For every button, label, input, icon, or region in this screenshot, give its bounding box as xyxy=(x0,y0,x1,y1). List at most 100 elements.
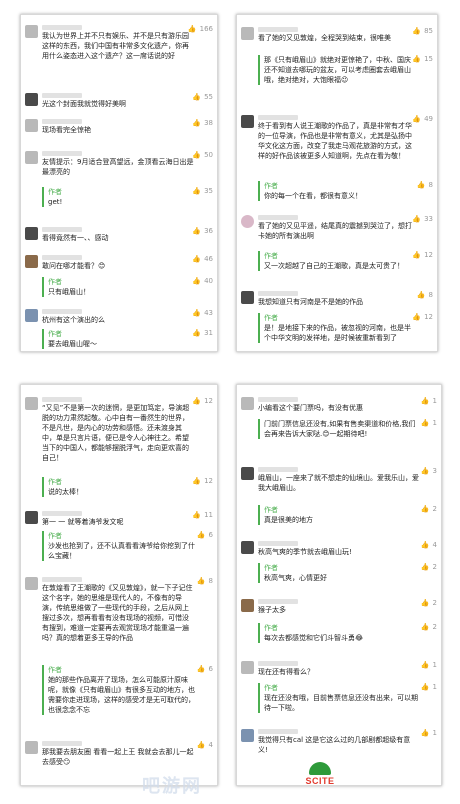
avatar xyxy=(25,119,38,132)
comment-item: 👍 36 看得竟然有一、、感动 xyxy=(25,227,213,247)
avatar xyxy=(25,93,38,106)
username-blurred xyxy=(42,511,82,516)
like-button[interactable]: 👍 6 xyxy=(197,664,213,674)
author-reply: 👍 12 作者是！是地接下来的作品，被忽视的河南，也是半个中华文明的发祥地，是时候… xyxy=(241,313,433,349)
comment-item: 👍 4 那我要去朋友圈 看看一起上王 我就会去那儿一起去感受😏 xyxy=(25,741,213,771)
like-button[interactable]: 👍 4 xyxy=(197,740,213,750)
like-button[interactable]: 👍 35 xyxy=(192,186,213,196)
avatar xyxy=(241,467,254,480)
like-button[interactable]: 👍 2 xyxy=(421,622,437,632)
reply-text: 又一次超越了自己的王潮歌，真是太可贵了！ xyxy=(264,262,404,270)
like-button[interactable]: 👍 50 xyxy=(192,150,213,160)
like-button[interactable]: 👍 2 xyxy=(421,598,437,608)
like-button[interactable]: 👍 15 xyxy=(412,54,433,64)
username-blurred xyxy=(42,577,82,582)
like-button[interactable]: 👍 1 xyxy=(421,660,437,670)
comment-panel-4: 👍 1 小编看这个要门票吗，有没有优惠 👍 1 门前门票信息还没有,如果有售卖渠道和… xyxy=(236,384,442,786)
reply-text: 现在还没有哦，目前售票信息还没有出来，可以期待一下啦。 xyxy=(264,694,418,712)
like-button[interactable]: 👍 1 xyxy=(421,728,437,738)
mountain-logo-icon xyxy=(309,762,331,775)
avatar xyxy=(25,511,38,524)
avatar xyxy=(25,227,38,240)
like-button[interactable]: 👍 12 xyxy=(192,476,213,486)
reply-text: 是！是地接下来的作品，被忽视的河南，也是半个中华文明的发祥地，是时候被重新看到了 xyxy=(264,324,411,342)
thumbs-up-icon: 👍 xyxy=(420,563,430,571)
like-button[interactable]: 👍 4 xyxy=(421,540,437,550)
like-button[interactable]: 👍 1 xyxy=(421,396,437,406)
like-button[interactable]: 👍 12 xyxy=(192,396,213,406)
like-button[interactable]: 👍 2 xyxy=(421,504,437,514)
username-blurred xyxy=(258,115,298,120)
avatar xyxy=(25,397,38,410)
thumbs-up-icon: 👍 xyxy=(420,683,430,691)
like-button[interactable]: 👍 11 xyxy=(192,510,213,520)
like-button[interactable]: 👍 8 xyxy=(417,290,433,300)
thumbs-up-icon: 👍 xyxy=(420,661,430,669)
thumbs-up-icon: 👍 xyxy=(196,741,206,749)
like-button[interactable]: 👍 49 xyxy=(412,114,433,124)
author-reply: 👍 2 作者 每次去都感觉和它们斗智斗勇😂 xyxy=(241,623,437,645)
username-blurred xyxy=(42,741,82,746)
username-blurred xyxy=(258,729,298,734)
author-tag: 作者 xyxy=(48,532,62,540)
like-button[interactable]: 👍 1 xyxy=(421,418,437,428)
author-tag: 作者 xyxy=(264,182,278,190)
author-tag: 作者 xyxy=(48,330,62,338)
author-reply: 👍 1 作者 现在还没有哦，目前售票信息还没有出来，可以期待一下啦。 xyxy=(241,683,437,715)
author-reply: 👍 15 那《只有峨眉山》就绝对更惊艳了，中秋、国庆还不知道去哪玩的盆友，可以考虑… xyxy=(241,55,433,105)
thumbs-up-icon: 👍 xyxy=(420,467,430,475)
author-reply: 👍 6 作者 沙发也抢到了，还不认真看看涛爷给你挖到了什么宝藏！ xyxy=(25,531,213,561)
comment-item: 👍 8 我想知道只有河南是不是她的作品 xyxy=(241,291,433,309)
reply-text: 真是很美的地方 xyxy=(264,516,313,524)
comment-item: 👍 55 光这个封面我就觉得好美啊 xyxy=(25,93,213,113)
author-reply: 👍 12 作者 又一次超越了自己的王潮歌，真是太可贵了！ xyxy=(241,251,433,281)
comment-item: 👍 38 现场看完全惊艳 xyxy=(25,119,213,139)
author-reply: 👍 31 作者 要去峨眉山喔～ xyxy=(25,329,213,351)
username-blurred xyxy=(258,397,298,402)
like-button[interactable]: 👍 6 xyxy=(197,530,213,540)
avatar xyxy=(241,291,254,304)
like-button[interactable]: 👍 38 xyxy=(192,118,213,128)
like-button[interactable]: 👍 12 xyxy=(412,250,433,260)
avatar xyxy=(241,661,254,674)
thumbs-up-icon: 👍 xyxy=(416,181,426,189)
username-blurred xyxy=(42,25,82,30)
reply-text: 门前门票信息还没有,如果有售卖渠道和价格,我们会再来告诉大家哒.😊一起期待吧! xyxy=(264,420,416,438)
like-button[interactable]: 👍 33 xyxy=(412,214,433,224)
reply-text: 说的太棒！ xyxy=(48,488,83,496)
avatar xyxy=(25,741,38,754)
comment-panel-3: 👍 12 “又见”不是第一次的迷惘，是更加笃定，导演超脱的功力肃然起敬。心中自有一… xyxy=(20,384,218,786)
comment-item: 👍 8 在敦煌看了王潮歌的《又见敦煌》，就一下子记住这个名字，她的思维是现代人的，… xyxy=(25,577,213,661)
like-button[interactable]: 👍 43 xyxy=(192,308,213,318)
like-button[interactable]: 👍 36 xyxy=(192,226,213,236)
like-button[interactable]: 👍 8 xyxy=(417,180,433,190)
like-button[interactable]: 👍 40 xyxy=(192,276,213,286)
like-button[interactable]: 👍 1 xyxy=(421,682,437,692)
thumbs-up-icon: 👍 xyxy=(420,623,430,631)
username-blurred xyxy=(258,215,298,220)
comment-item: 👍 2 猴子太多 xyxy=(241,599,437,617)
like-button[interactable]: 👍 2 xyxy=(421,562,437,572)
avatar xyxy=(241,27,254,40)
comment-text: 看得竟然有一、、感动 xyxy=(42,234,109,242)
like-button[interactable]: 👍 3 xyxy=(421,466,437,476)
avatar xyxy=(241,729,254,742)
like-button[interactable]: 👍 8 xyxy=(197,576,213,586)
comment-text: 现在还有得看么？ xyxy=(258,668,314,676)
author-tag: 作者 xyxy=(264,314,278,322)
username-blurred xyxy=(258,291,298,296)
comment-item: 👍 4 秋高气爽的季节就去峨眉山玩! xyxy=(241,541,437,559)
thumbs-up-icon: 👍 xyxy=(416,291,426,299)
like-button[interactable]: 👍 31 xyxy=(192,328,213,338)
comment-panel-1: 👍 166 我认为世界上并不只有娱乐、并不是只有游乐园这样的东西，我们中国有非常多… xyxy=(20,14,218,352)
like-button[interactable]: 👍 46 xyxy=(192,254,213,264)
like-button[interactable]: 👍 12 xyxy=(412,312,433,322)
thumbs-up-icon: 👍 xyxy=(420,397,430,405)
username-blurred xyxy=(42,227,82,232)
comment-text: 猴子太多 xyxy=(258,606,286,614)
comment-text: “又见”不是第一次的迷惘，是更加笃定，导演超脱的功力肃然起敬。心中自有一番然生的… xyxy=(42,404,190,462)
author-tag: 作者 xyxy=(264,506,278,514)
like-button[interactable]: 👍 85 xyxy=(412,26,433,36)
like-button[interactable]: 👍 55 xyxy=(192,92,213,102)
watermark: 吧游网 xyxy=(142,776,202,797)
